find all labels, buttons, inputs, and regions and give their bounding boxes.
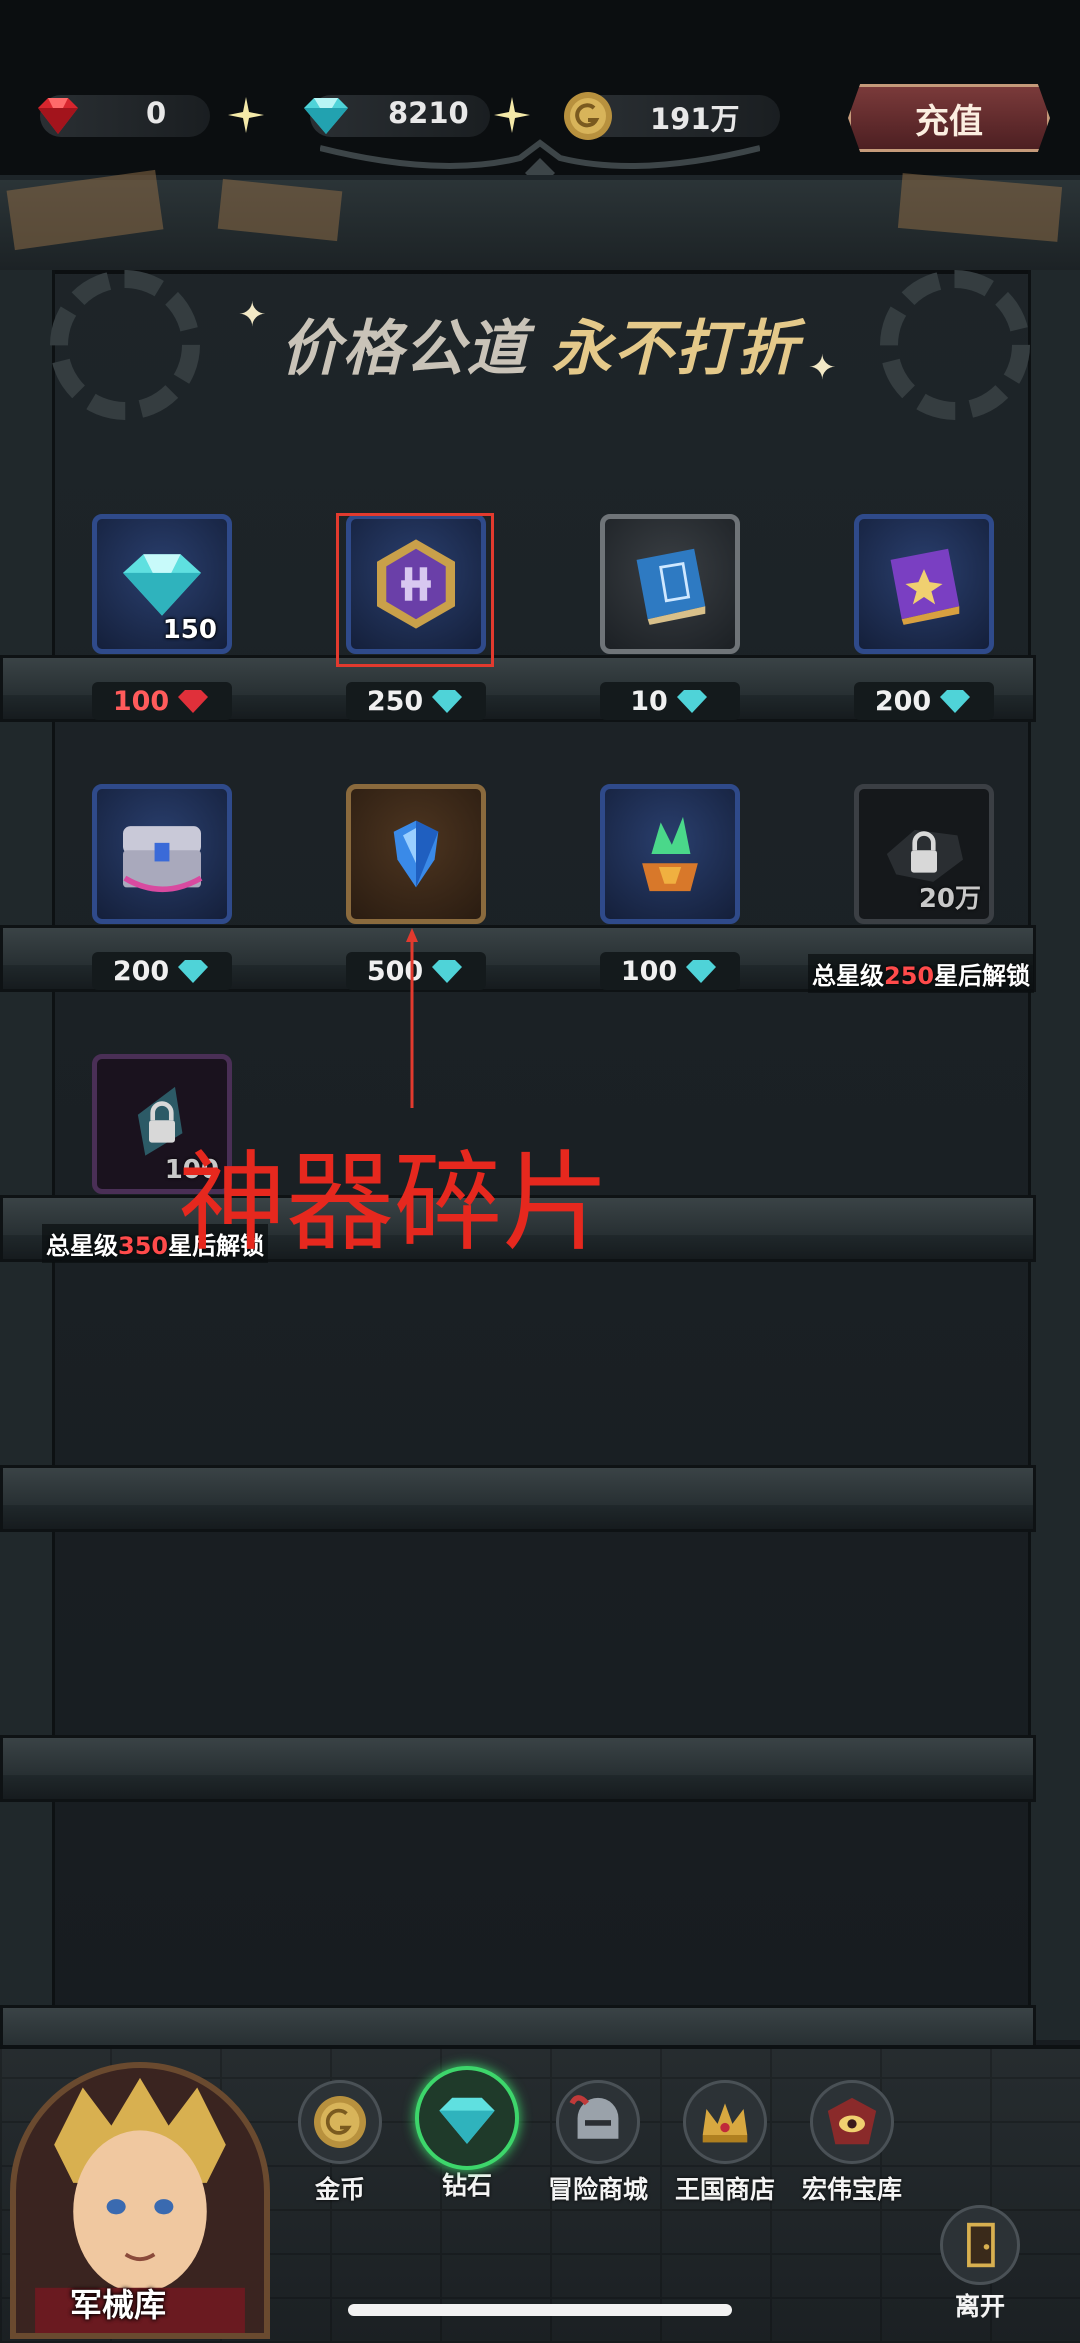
tab-gold[interactable]: 金币 (285, 2080, 395, 2206)
price-value: 100 (112, 685, 170, 717)
ruby-icon (178, 690, 209, 713)
sparkle-icon: ✦ (238, 295, 267, 335)
annotation-label: 神器碎片 (178, 1141, 611, 1266)
annotation-arrow-icon (406, 928, 418, 1108)
chest-icon (123, 826, 203, 893)
diamond-icon (686, 960, 717, 983)
tab-kingdom-shop[interactable]: 王国商店 (665, 2080, 785, 2206)
slogan-part1: 价格公道 (280, 314, 529, 384)
ruby-value: 0 (146, 96, 167, 130)
tab-label: 钻石 (441, 2171, 492, 2200)
unlock-suffix: 星后解锁 (934, 962, 1031, 990)
price-value: 10 (630, 685, 668, 717)
shop-item-locked-stone[interactable]: 20万 (854, 784, 994, 924)
blue-crystal-icon (393, 820, 439, 888)
shop-item-blue-book[interactable] (600, 514, 740, 654)
shop-item-green-crystal[interactable] (600, 784, 740, 924)
sparkle-icon: ✦ (808, 348, 837, 388)
purple-book-icon (890, 548, 960, 625)
crown-icon (702, 2103, 748, 2143)
unlock-condition: 总星级250星后解锁 (808, 954, 1035, 993)
diamond-icon (940, 690, 971, 713)
knight-helmet-icon (569, 2095, 619, 2139)
price-value: 250 (366, 685, 424, 717)
tab-adventure-mall[interactable]: 冒险商城 (538, 2080, 658, 2206)
slogan-part2: 永不打折 (551, 314, 800, 384)
item-quantity: 150 (162, 615, 217, 645)
slogan-banner: 价格公道 永不打折 (0, 300, 1080, 387)
price-tag: 10 (600, 682, 740, 720)
add-ruby-icon[interactable] (224, 93, 268, 137)
price-tag: 200 (854, 682, 994, 720)
shop-item-diamond-pack[interactable]: 150 (92, 514, 232, 654)
diamond-icon (676, 690, 707, 713)
diamond-icon (178, 960, 209, 983)
price-tag: 200 (92, 952, 232, 990)
exit-door-icon (967, 2222, 995, 2268)
tab-label: 金币 (314, 2175, 365, 2204)
price-tag: 100 (600, 952, 740, 990)
treasure-eye-icon (827, 2097, 877, 2145)
green-crystal-icon (642, 816, 698, 892)
unlock-prefix: 总星级 (812, 962, 884, 990)
tab-grand-vault[interactable]: 宏伟宝库 (792, 2080, 912, 2206)
add-diamond-icon[interactable] (490, 93, 534, 137)
gold-value: 191万 (650, 102, 740, 136)
gold-coin-icon (564, 92, 612, 140)
diamond-icon (439, 2097, 495, 2144)
price-value: 200 (874, 685, 932, 717)
home-indicator[interactable] (348, 2304, 732, 2316)
leave-label: 离开 (954, 2292, 1005, 2321)
unlock-star-count: 250 (884, 962, 935, 990)
highlight-box (336, 513, 494, 667)
price-tag: 250 (346, 682, 486, 720)
item-quantity: 20万 (918, 884, 981, 914)
armory-label: 军械库 (70, 2286, 167, 2324)
unlock-star-count: 350 (118, 1232, 169, 1260)
tab-label: 王国商店 (674, 2175, 775, 2204)
price-tag: 100 (92, 682, 232, 720)
diamond-icon (432, 960, 463, 983)
shelf-plank (0, 1735, 1080, 1802)
shelf-plank (0, 1465, 1080, 1532)
unlock-prefix: 总星级 (46, 1232, 118, 1260)
leave-button[interactable]: 离开 (930, 2205, 1030, 2323)
shop-item-blue-crystal[interactable] (346, 784, 486, 924)
blue-book-icon (636, 548, 706, 625)
diamond-value: 8210 (388, 96, 469, 130)
tab-label: 宏伟宝库 (801, 2175, 902, 2204)
shop-item-purple-book[interactable] (854, 514, 994, 654)
price-value: 200 (112, 955, 170, 987)
diamond-icon (304, 98, 348, 134)
tab-diamond[interactable]: 钻石 (412, 2066, 522, 2202)
ruby-icon (38, 98, 78, 134)
gold-coin-icon (314, 2096, 366, 2148)
recharge-button[interactable]: 充值 (848, 84, 1050, 152)
diamond-icon (432, 690, 463, 713)
tab-label: 冒险商城 (547, 2175, 648, 2204)
price-value: 100 (620, 955, 678, 987)
shop-item-chest[interactable] (92, 784, 232, 924)
